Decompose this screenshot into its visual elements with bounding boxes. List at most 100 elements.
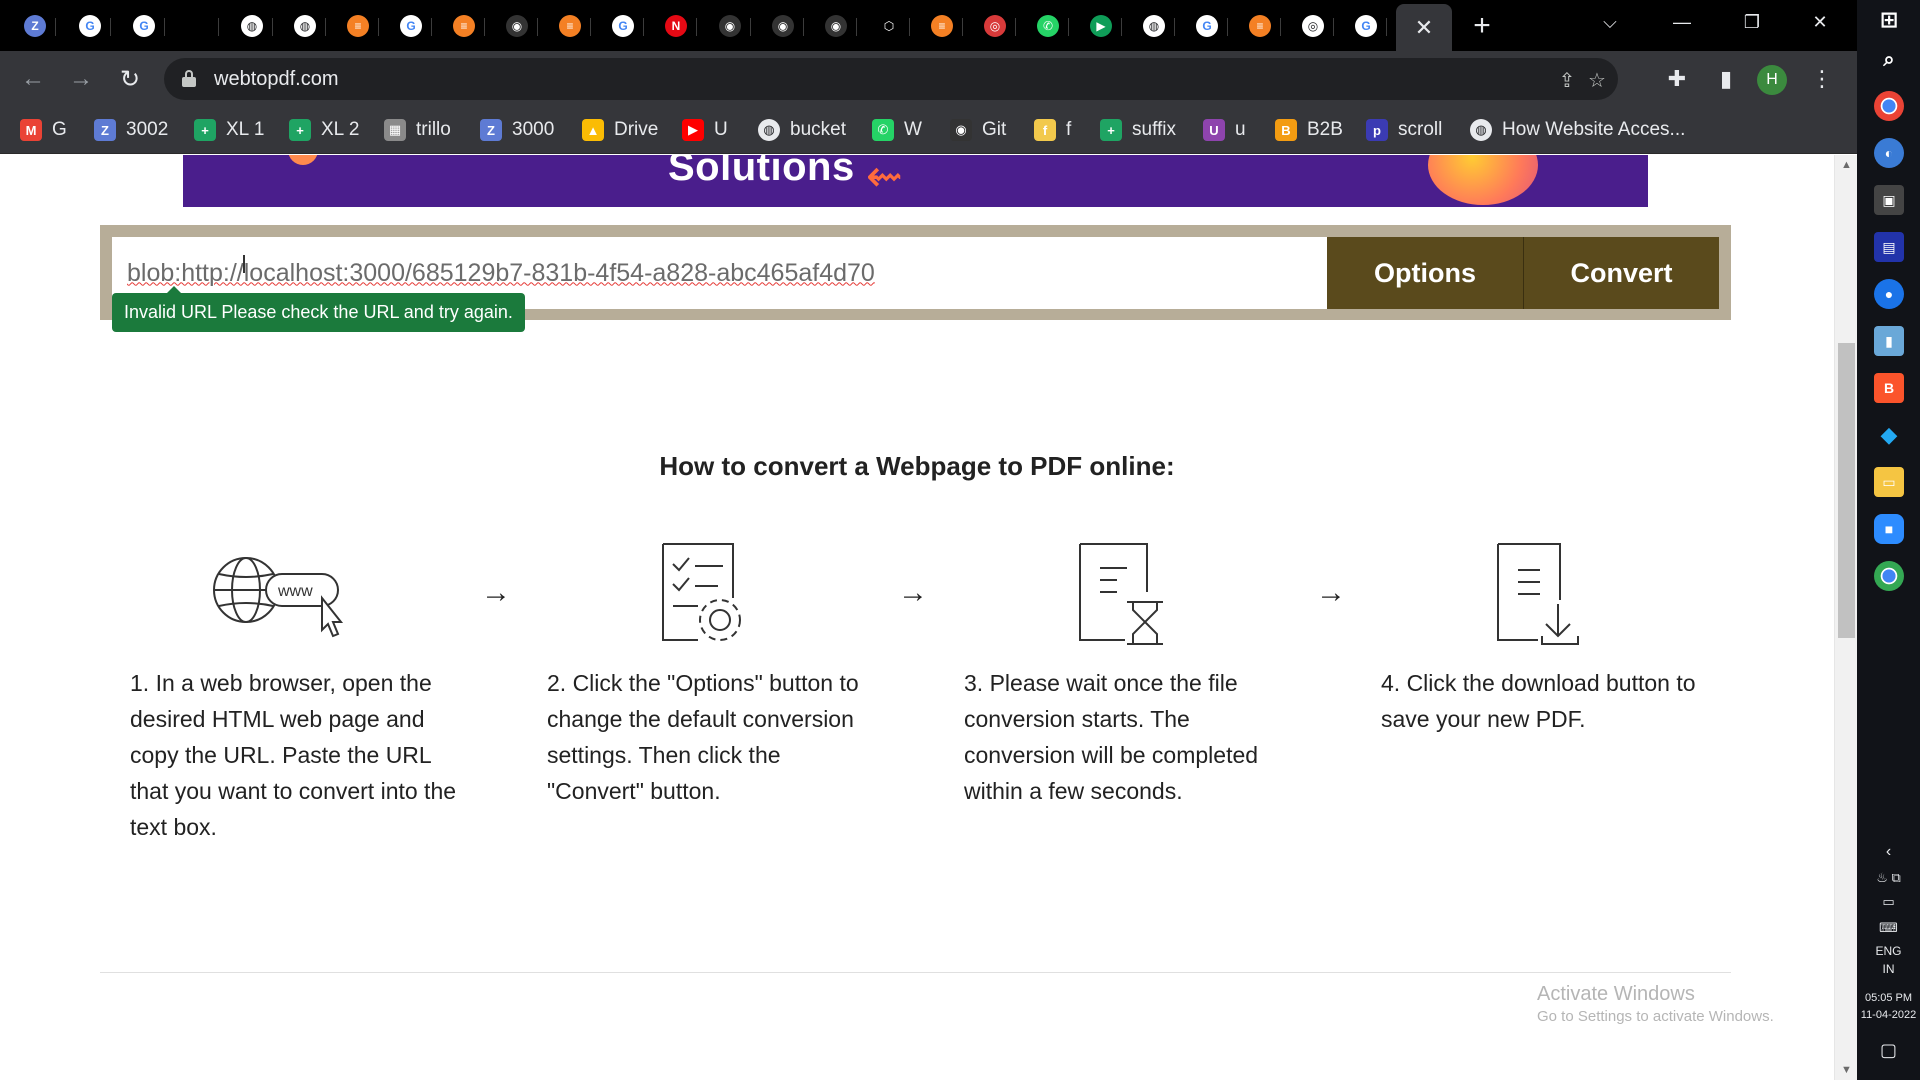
address-bar[interactable]: webtopdf.com ⇪ ☆ bbox=[164, 58, 1618, 100]
browser-tab[interactable]: ⬡ bbox=[871, 6, 910, 46]
url-text[interactable]: webtopdf.com bbox=[214, 68, 339, 91]
bookmark-item[interactable]: ✆ W bbox=[872, 117, 922, 143]
browser-tab[interactable]: ≡ bbox=[340, 6, 379, 46]
vscode-taskbar-icon[interactable]: ◆ bbox=[1874, 420, 1904, 450]
ide-taskbar-icon[interactable]: ▤ bbox=[1874, 232, 1904, 262]
bookmark-item[interactable]: p scroll bbox=[1366, 117, 1442, 143]
page-scrollbar[interactable]: ▲ ▼ bbox=[1834, 155, 1857, 1080]
windows-start-icon[interactable]: ⊞ bbox=[1874, 5, 1904, 35]
browser-tab[interactable]: ◉ bbox=[499, 6, 538, 46]
bookmark-item[interactable]: ◍ bucket bbox=[758, 117, 846, 143]
bookmark-item[interactable]: + XL 2 bbox=[289, 117, 359, 143]
bookmark-item[interactable]: ▶ U bbox=[682, 117, 728, 143]
browser-tab[interactable]: ◍ bbox=[1136, 6, 1175, 46]
notes-taskbar-icon[interactable]: ▮ bbox=[1874, 326, 1904, 356]
bookmark-item[interactable]: MG bbox=[20, 117, 67, 143]
side-panel-icon[interactable]: ▮ bbox=[1710, 63, 1742, 95]
clock-time[interactable]: 05:05 PM bbox=[1857, 992, 1920, 1004]
browser-tab[interactable]: G bbox=[393, 6, 432, 46]
tab-separator bbox=[1121, 18, 1122, 36]
bookmark-item[interactable]: Z 3002 bbox=[94, 117, 168, 143]
browser-tab[interactable]: ◉ bbox=[818, 6, 857, 46]
language-line-1[interactable]: ENG bbox=[1857, 944, 1920, 958]
tab-search-button[interactable]: ⌵ bbox=[1580, 0, 1640, 44]
app-taskbar-icon[interactable]: ◐ bbox=[1874, 138, 1904, 168]
browser-tab[interactable]: ▶ bbox=[1083, 6, 1122, 46]
browser-tab[interactable]: ◍ bbox=[234, 6, 273, 46]
promo-banner[interactable]: Solutions ⇜ bbox=[183, 155, 1648, 207]
language-line-2[interactable]: IN bbox=[1857, 962, 1920, 976]
tab-separator bbox=[110, 18, 111, 36]
scroll-thumb[interactable] bbox=[1838, 343, 1855, 638]
bookmark-label: 3002 bbox=[126, 119, 169, 140]
browser-tab[interactable] bbox=[180, 6, 219, 46]
browser-tab[interactable]: G bbox=[1189, 6, 1228, 46]
convert-button[interactable]: Convert bbox=[1524, 237, 1719, 309]
file-explorer-icon[interactable]: ▭ bbox=[1874, 467, 1904, 497]
browser-tab[interactable]: ≡ bbox=[552, 6, 591, 46]
browser-tab[interactable]: ✆ bbox=[1030, 6, 1069, 46]
lock-icon[interactable] bbox=[182, 70, 196, 87]
bookmark-item[interactable]: Uu bbox=[1203, 117, 1246, 143]
menu-kebab-icon[interactable]: ⋮ bbox=[1806, 63, 1838, 95]
bookmark-item[interactable]: ▦ trillo bbox=[384, 117, 451, 143]
restore-button[interactable]: ❐ bbox=[1722, 0, 1782, 44]
scroll-down-arrow-icon[interactable]: ▼ bbox=[1835, 1060, 1858, 1080]
browser-tab[interactable]: G bbox=[72, 6, 111, 46]
browser-tab[interactable]: ◉ bbox=[712, 6, 751, 46]
extensions-puzzle-icon[interactable]: ✚ bbox=[1661, 63, 1693, 95]
tray-expand-icon[interactable]: ‹ bbox=[1857, 843, 1920, 861]
keyboard-icon[interactable]: ⌨ bbox=[1857, 920, 1920, 936]
browser-tab[interactable]: G bbox=[1348, 6, 1387, 46]
close-window-button[interactable]: ✕ bbox=[1790, 0, 1850, 44]
back-button[interactable]: ← bbox=[17, 63, 49, 95]
active-tab[interactable]: ✕ bbox=[1396, 4, 1452, 51]
bookmark-item[interactable]: + XL 1 bbox=[194, 117, 264, 143]
zoom-taskbar-icon[interactable]: ■ bbox=[1874, 514, 1904, 544]
photos-taskbar-icon[interactable]: ▣ bbox=[1874, 185, 1904, 215]
maps-taskbar-icon[interactable]: ● bbox=[1874, 279, 1904, 309]
scroll-up-arrow-icon[interactable]: ▲ bbox=[1835, 155, 1858, 175]
brave-taskbar-icon[interactable]: B bbox=[1874, 373, 1904, 403]
browser-tab[interactable]: ◍ bbox=[287, 6, 326, 46]
new-tab-button[interactable]: + bbox=[1466, 9, 1498, 42]
forward-button[interactable]: → bbox=[65, 63, 97, 95]
browser-tab[interactable]: N bbox=[658, 6, 697, 46]
notifications-icon[interactable]: ▢ bbox=[1857, 1040, 1920, 1061]
clock-date[interactable]: 11-04-2022 bbox=[1857, 1009, 1920, 1021]
browser-tab[interactable]: ◉ bbox=[765, 6, 804, 46]
browser-tab[interactable]: ◎ bbox=[1295, 6, 1334, 46]
chrome-active-taskbar-icon[interactable] bbox=[1874, 561, 1904, 591]
share-icon[interactable]: ⇪ bbox=[1554, 67, 1580, 93]
bookmark-item[interactable]: + suffix bbox=[1100, 117, 1176, 143]
whatsapp-icon: ✆ bbox=[872, 119, 894, 141]
chrome-taskbar-icon[interactable] bbox=[1874, 91, 1904, 121]
bookmark-item[interactable]: Z 3000 bbox=[480, 117, 554, 143]
tab-separator bbox=[1068, 18, 1069, 36]
bookmark-item[interactable]: B B2B bbox=[1275, 117, 1343, 143]
bookmark-star-icon[interactable]: ☆ bbox=[1584, 67, 1610, 93]
search-icon[interactable]: ⌕ bbox=[1874, 45, 1904, 75]
tab-separator bbox=[272, 18, 273, 36]
bookmark-item[interactable]: ◉ Git bbox=[950, 117, 1006, 143]
minimize-button[interactable]: — bbox=[1652, 0, 1712, 44]
reload-button[interactable]: ↻ bbox=[114, 63, 146, 95]
tray-display-icon[interactable]: ▭ bbox=[1857, 894, 1920, 910]
browser-tab[interactable]: ◎ bbox=[977, 6, 1016, 46]
bookmark-item[interactable]: ◍ How Website Acces... bbox=[1470, 117, 1685, 143]
browser-tab[interactable]: ≡ bbox=[1242, 6, 1281, 46]
tray-icons[interactable]: ♨ ⧉ bbox=[1857, 870, 1920, 886]
bookmark-item[interactable]: ff bbox=[1034, 117, 1071, 143]
google-icon: G bbox=[400, 15, 422, 37]
browser-tab[interactable]: G bbox=[126, 6, 165, 46]
bookmark-item[interactable]: ▲ Drive bbox=[582, 117, 658, 143]
browser-tab[interactable]: Z bbox=[17, 6, 56, 46]
browser-tab[interactable]: G bbox=[605, 6, 644, 46]
browser-tab[interactable]: ≡ bbox=[924, 6, 963, 46]
profile-avatar[interactable]: H bbox=[1757, 65, 1787, 95]
options-button[interactable]: Options bbox=[1327, 237, 1524, 309]
codesandbox-icon: ⬡ bbox=[878, 15, 900, 37]
bookmark-label: U bbox=[714, 119, 728, 140]
close-tab-icon[interactable]: ✕ bbox=[1415, 15, 1433, 41]
browser-tab[interactable]: ≡ bbox=[446, 6, 485, 46]
